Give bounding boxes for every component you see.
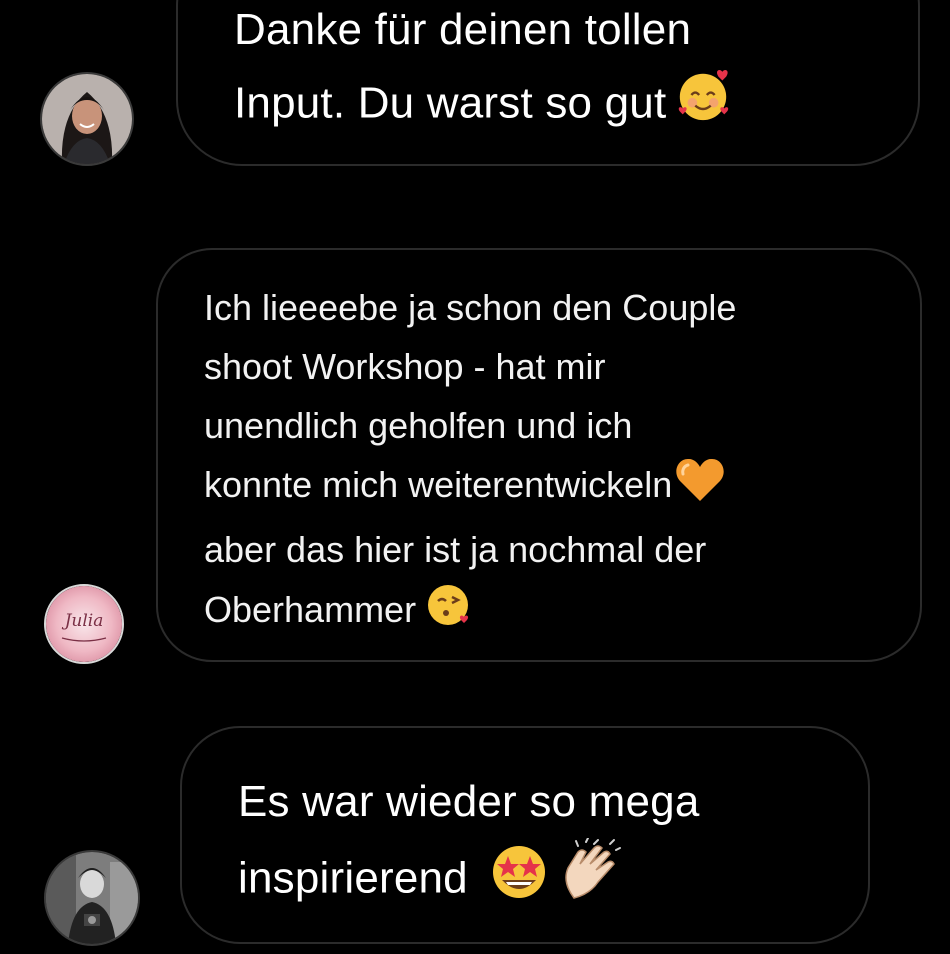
svg-text:Julia: Julia — [62, 611, 104, 631]
avatar[interactable] — [44, 850, 140, 946]
message-text: Ich lieeeebe ja schon den Couple shoot W… — [204, 278, 736, 646]
message-text: Es war wieder so mega inspirierend — [238, 766, 700, 924]
avatar[interactable]: Julia — [44, 584, 124, 664]
clapping-hands-icon — [560, 837, 622, 924]
avatar[interactable] — [40, 72, 134, 166]
avatar-person-bw-photo-icon — [46, 852, 138, 944]
orange-heart-icon — [674, 455, 726, 520]
avatar-woman-dark-hair-photo-icon — [42, 74, 132, 164]
star-struck-icon — [486, 840, 552, 922]
smiling-face-with-hearts-icon — [674, 66, 732, 146]
message-bubble: Ich lieeeebe ja schon den Couple shoot W… — [156, 248, 922, 662]
avatar-julia-logo-icon: Julia — [46, 586, 122, 662]
message-text: Danke für deinen tollen Input. Du warst … — [234, 0, 732, 146]
message-bubble: Es war wieder so mega inspirierend — [180, 726, 870, 944]
face-blowing-kiss-icon — [424, 579, 474, 646]
message-bubble: Danke für deinen tollen Input. Du warst … — [176, 0, 920, 166]
